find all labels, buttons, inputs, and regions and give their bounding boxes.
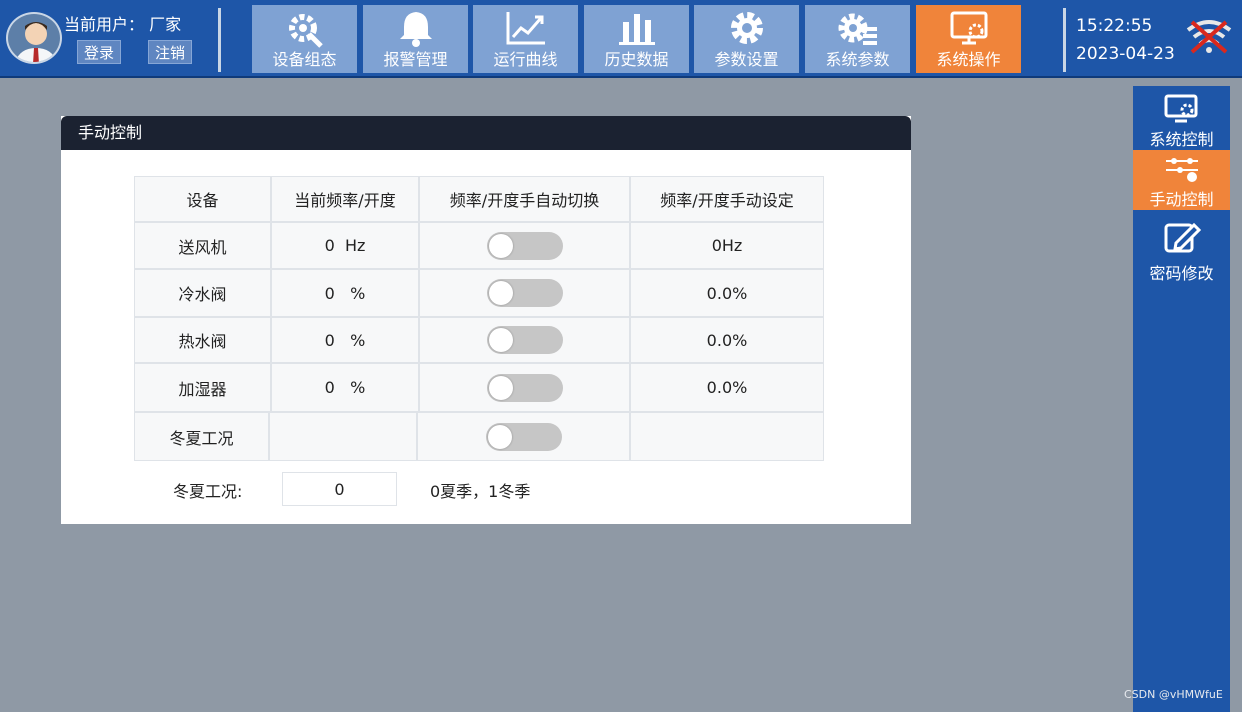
side-item-label: 密码修改 xyxy=(1149,264,1214,283)
nav-parameter-settings[interactable]: 参数设置 xyxy=(694,5,799,73)
bell-icon xyxy=(398,5,434,51)
current-value: 0 % xyxy=(271,317,419,363)
top-bar: 当前用户： 厂家 登录 注销 设备组态 报警管理 运行曲线 历史数据 参数设置 xyxy=(0,0,1242,78)
device-name: 冬夏工况 xyxy=(134,412,269,461)
manual-auto-toggle[interactable] xyxy=(486,231,563,260)
manual-auto-toggle[interactable] xyxy=(486,326,563,354)
toggle-knob xyxy=(488,281,513,305)
toggle-cell xyxy=(419,269,630,317)
clock-time: 15:22:55 xyxy=(1076,16,1153,36)
table-header: 设备 xyxy=(134,176,271,222)
nav-label: 系统参数 xyxy=(825,50,890,69)
manual-auto-toggle[interactable] xyxy=(486,279,563,307)
clock-date: 2023-04-23 xyxy=(1076,44,1175,64)
nav-run-curve[interactable]: 运行曲线 xyxy=(473,5,578,73)
season-toggle[interactable] xyxy=(485,422,562,451)
nav-label: 历史数据 xyxy=(604,50,669,69)
toggle-cell xyxy=(417,412,630,461)
toggle-cell xyxy=(419,317,630,363)
nav-label: 报警管理 xyxy=(383,50,448,69)
manual-control-table: 设备 当前频率/开度 频率/开度手自动切换 频率/开度手动设定 送风机 0 Hz… xyxy=(134,176,824,461)
watermark: CSDN @vHMWfuE xyxy=(1124,688,1223,701)
side-item-system-control[interactable]: 系统控制 xyxy=(1133,90,1230,150)
nav-system-parameters[interactable]: 系统参数 xyxy=(805,5,910,73)
toggle-knob xyxy=(487,424,512,449)
side-item-manual-control[interactable]: 手动控制 xyxy=(1133,150,1230,210)
season-mode-hint: 0夏季，1冬季 xyxy=(430,482,531,501)
toggle-cell xyxy=(419,222,630,269)
sliders-icon xyxy=(1162,150,1202,186)
manual-setpoint xyxy=(630,412,824,461)
current-value: 0 Hz xyxy=(271,222,419,269)
nav-alarm-management[interactable]: 报警管理 xyxy=(363,5,468,73)
toggle-knob xyxy=(488,375,513,400)
device-name: 热水阀 xyxy=(134,317,271,363)
user-avatar xyxy=(6,12,62,64)
device-name: 冷水阀 xyxy=(134,269,271,317)
manual-setpoint[interactable]: 0.0% xyxy=(630,269,824,317)
panel-title: 手动控制 xyxy=(61,116,911,150)
side-item-password-change[interactable]: 密码修改 xyxy=(1133,214,1230,294)
current-value xyxy=(269,412,417,461)
current-value: 0 % xyxy=(271,363,419,412)
nav-label: 系统操作 xyxy=(936,50,1001,69)
nav-label: 参数设置 xyxy=(714,50,779,69)
season-mode-input[interactable] xyxy=(282,472,397,506)
logout-button[interactable]: 注销 xyxy=(148,40,193,64)
nav-label: 运行曲线 xyxy=(493,50,558,69)
toggle-knob xyxy=(488,328,513,352)
manual-setpoint[interactable]: 0.0% xyxy=(630,317,824,363)
gear-list-icon xyxy=(837,5,879,51)
table-header: 频率/开度手自动切换 xyxy=(419,176,630,222)
manual-setpoint[interactable]: 0.0% xyxy=(630,363,824,412)
current-user-label: 当前用户： 厂家 xyxy=(64,15,182,34)
wifi-disconnected-icon xyxy=(1184,18,1234,58)
toggle-cell xyxy=(419,363,630,412)
manual-auto-toggle[interactable] xyxy=(486,373,563,402)
edit-icon xyxy=(1162,214,1202,260)
monitor-gear-icon xyxy=(948,5,990,51)
table-header: 当前频率/开度 xyxy=(271,176,419,222)
line-chart-icon xyxy=(505,5,547,51)
monitor-gear-icon xyxy=(1163,90,1201,126)
device-name: 加湿器 xyxy=(134,363,271,412)
divider xyxy=(218,8,221,72)
divider xyxy=(1063,8,1066,72)
nav-device-config[interactable]: 设备组态 xyxy=(252,5,357,73)
device-name: 送风机 xyxy=(134,222,271,269)
table-header: 频率/开度手动设定 xyxy=(630,176,824,222)
nav-history-data[interactable]: 历史数据 xyxy=(584,5,689,73)
side-item-label: 系统控制 xyxy=(1149,130,1214,149)
nav-system-operation[interactable]: 系统操作 xyxy=(916,5,1021,73)
gear-wrench-icon xyxy=(285,5,325,51)
season-mode-label: 冬夏工况: xyxy=(173,482,243,501)
current-value: 0 % xyxy=(271,269,419,317)
gear-icon xyxy=(727,5,767,51)
nav-label: 设备组态 xyxy=(272,50,337,69)
side-menu: 系统控制 手动控制 密码修改 xyxy=(1133,86,1230,712)
login-button[interactable]: 登录 xyxy=(77,40,122,64)
manual-setpoint[interactable]: 0Hz xyxy=(630,222,824,269)
bar-chart-icon xyxy=(617,5,657,51)
side-item-label: 手动控制 xyxy=(1149,190,1214,209)
toggle-knob xyxy=(488,233,513,258)
